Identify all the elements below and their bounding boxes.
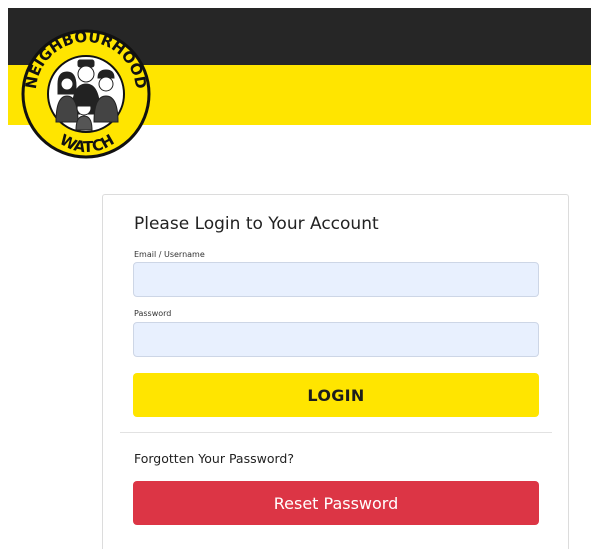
- login-title: Please Login to Your Account: [134, 214, 379, 234]
- login-card: Please Login to Your Account Email / Use…: [102, 194, 569, 549]
- neighbourhood-watch-logo: NEIGHBOURHOOD WATCH: [21, 28, 151, 159]
- password-label: Password: [134, 309, 172, 318]
- reset-password-button[interactable]: Reset Password: [133, 481, 539, 525]
- password-input[interactable]: [133, 322, 539, 357]
- login-page: NEIGHBOURHOOD WATCH Please Login to Your…: [0, 0, 591, 549]
- email-label: Email / Username: [134, 250, 205, 259]
- email-username-input[interactable]: [133, 262, 539, 297]
- forgot-password-prompt: Forgotten Your Password?: [134, 451, 294, 466]
- divider: [120, 432, 552, 433]
- login-button[interactable]: LOGIN: [133, 373, 539, 417]
